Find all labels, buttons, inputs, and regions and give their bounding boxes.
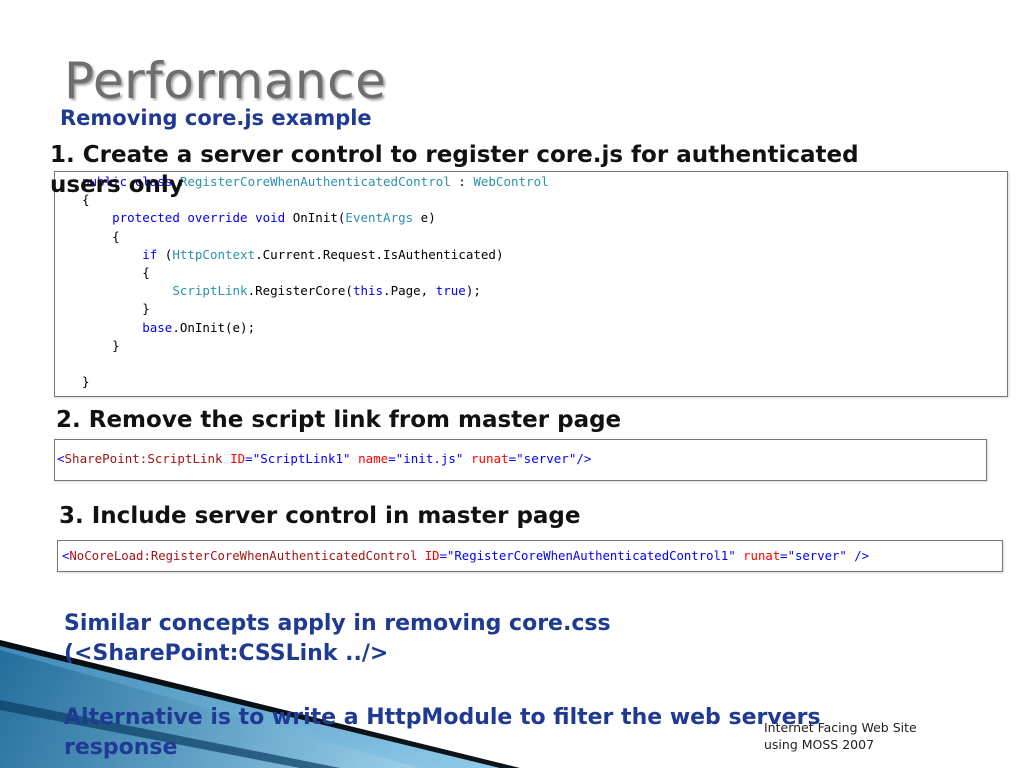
code-block-1: public class RegisterCoreWhenAuthenticat… bbox=[54, 171, 1008, 397]
code-block-3: <NoCoreLoad:RegisterCoreWhenAuthenticate… bbox=[57, 540, 1003, 572]
footer-line1: Internet Facing Web Site bbox=[764, 720, 917, 735]
code-line: { bbox=[112, 228, 120, 244]
note-corecss-line1: Similar concepts apply in removing core.… bbox=[64, 611, 611, 636]
note-corecss: Similar concepts apply in removing core.… bbox=[64, 609, 611, 669]
code-block-2: <SharePoint:ScriptLink ID="ScriptLink1" … bbox=[54, 439, 987, 481]
footer-line2: using MOSS 2007 bbox=[764, 737, 875, 752]
note-corecss-line2: (<SharePoint:CSSLink ../> bbox=[64, 641, 389, 666]
step-1-line1: 1. Create a server control to register c… bbox=[50, 142, 859, 168]
slide-subtitle: Removing core.js example bbox=[60, 106, 372, 130]
code-line: } bbox=[112, 337, 120, 353]
code-line: { bbox=[142, 265, 150, 281]
code-line: protected override void OnInit(EventArgs… bbox=[112, 210, 436, 226]
code-block-3-content: <NoCoreLoad:RegisterCoreWhenAuthenticate… bbox=[62, 549, 870, 563]
step-1-line2: users only bbox=[50, 172, 184, 198]
note-httpmodule: Alternative is to write a HttpModule to … bbox=[64, 703, 821, 763]
step-2: 2. Remove the script link from master pa… bbox=[56, 407, 622, 433]
code-block-1-content: public class RegisterCoreWhenAuthenticat… bbox=[82, 173, 549, 391]
footer-text: Internet Facing Web Site using MOSS 2007 bbox=[764, 719, 917, 753]
code-line: } bbox=[142, 301, 150, 317]
code-line: if (HttpContext.Current.Request.IsAuthen… bbox=[142, 246, 504, 262]
slide-title: Performance bbox=[64, 52, 387, 110]
code-line: ScriptLink.RegisterCore(this.Page, true)… bbox=[172, 283, 481, 299]
note-httpmodule-line1: Alternative is to write a HttpModule to … bbox=[64, 705, 821, 730]
code-line: } bbox=[82, 374, 90, 390]
note-httpmodule-line2: response bbox=[64, 735, 178, 760]
code-block-2-content: <SharePoint:ScriptLink ID="ScriptLink1" … bbox=[57, 451, 592, 466]
step-3: 3. Include server control in master page bbox=[59, 503, 581, 529]
code-line: base.OnInit(e); bbox=[142, 319, 256, 335]
